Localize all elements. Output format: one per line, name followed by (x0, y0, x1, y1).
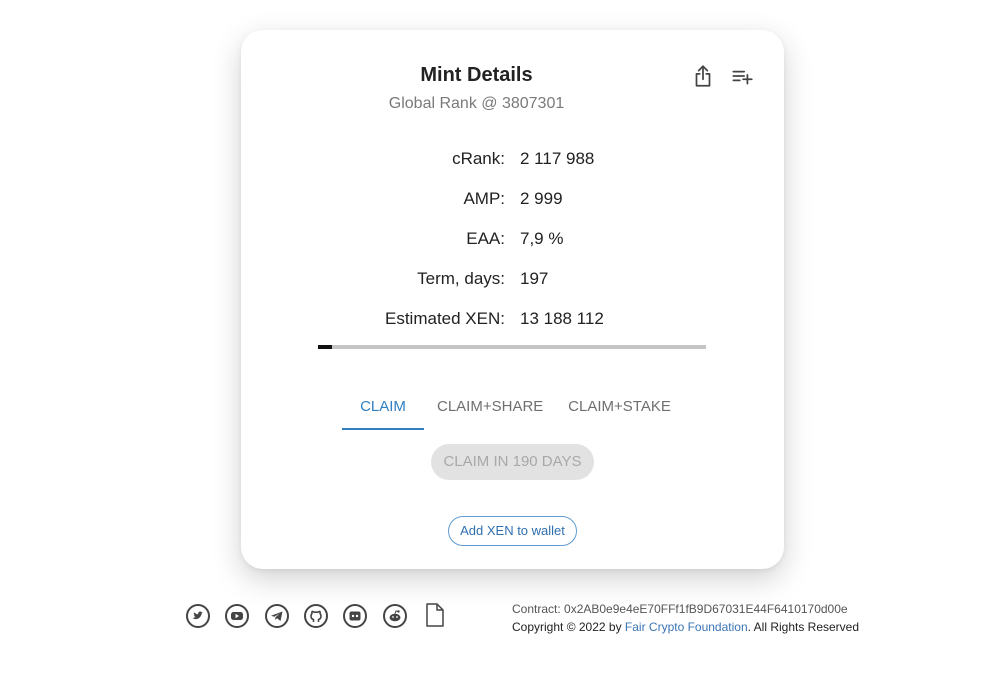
copyright-suffix: . All Rights Reserved (747, 620, 860, 634)
share-icon[interactable] (690, 63, 716, 89)
progress-fill (318, 345, 332, 349)
copyright-prefix: Copyright © 2022 by (512, 620, 625, 634)
fair-crypto-foundation-link[interactable]: Fair Crypto Foundation (625, 620, 748, 634)
stat-row-amp: AMP: 2 999 (241, 187, 784, 227)
stat-value: 2 117 988 (520, 149, 595, 168)
footer-info: Contract: 0x2AB0e9e4eE70FFf1fB9D67031E44… (512, 600, 859, 636)
tab-claim-stake[interactable]: CLAIM+STAKE (568, 390, 671, 428)
mint-details-card: Mint Details Global Rank @ 3807301 cRank… (241, 30, 784, 569)
stat-label: Term, days: (417, 269, 505, 288)
copyright: Copyright © 2022 by Fair Crypto Foundati… (512, 618, 859, 636)
stat-row-term: Term, days: 197 (241, 267, 784, 307)
stat-value: 7,9 % (520, 229, 564, 248)
global-rank: Global Rank @ 3807301 (388, 95, 565, 112)
stat-label: AMP: (463, 189, 505, 208)
add-xen-to-wallet-button[interactable]: Add XEN to wallet (448, 516, 577, 546)
stat-label: Estimated XEN: (385, 309, 505, 328)
claim-button[interactable]: CLAIM IN 190 DAYS (431, 444, 594, 480)
tab-claim-share[interactable]: CLAIM+SHARE (437, 390, 543, 428)
stat-row-estimated-xen: Estimated XEN: 13 188 112 (241, 307, 784, 347)
contract-address: Contract: 0x2AB0e9e4eE70FFf1fB9D67031E44… (512, 602, 848, 616)
stat-label: EAA: (466, 229, 505, 248)
page-title: Mint Details (420, 64, 533, 86)
tab-claim[interactable]: CLAIM (342, 390, 424, 430)
stat-value: 197 (520, 269, 549, 288)
youtube-icon[interactable] (224, 603, 250, 629)
telegram-icon[interactable] (264, 603, 290, 629)
stat-row-eaa: EAA: 7,9 % (241, 227, 784, 267)
stat-value: 13 188 112 (520, 309, 604, 328)
reddit-icon[interactable] (382, 603, 408, 629)
term-progress-bar (318, 345, 706, 349)
discord-icon[interactable] (342, 603, 368, 629)
stat-value: 2 999 (520, 189, 563, 208)
stat-label: cRank: (452, 149, 505, 168)
github-icon[interactable] (303, 603, 329, 629)
document-icon[interactable] (422, 602, 448, 628)
twitter-icon[interactable] (185, 603, 211, 629)
stats-list: cRank: 2 117 988 AMP: 2 999 EAA: 7,9 % T… (241, 147, 784, 347)
stat-row-crank: cRank: 2 117 988 (241, 147, 784, 187)
playlist-add-icon[interactable] (729, 63, 755, 89)
